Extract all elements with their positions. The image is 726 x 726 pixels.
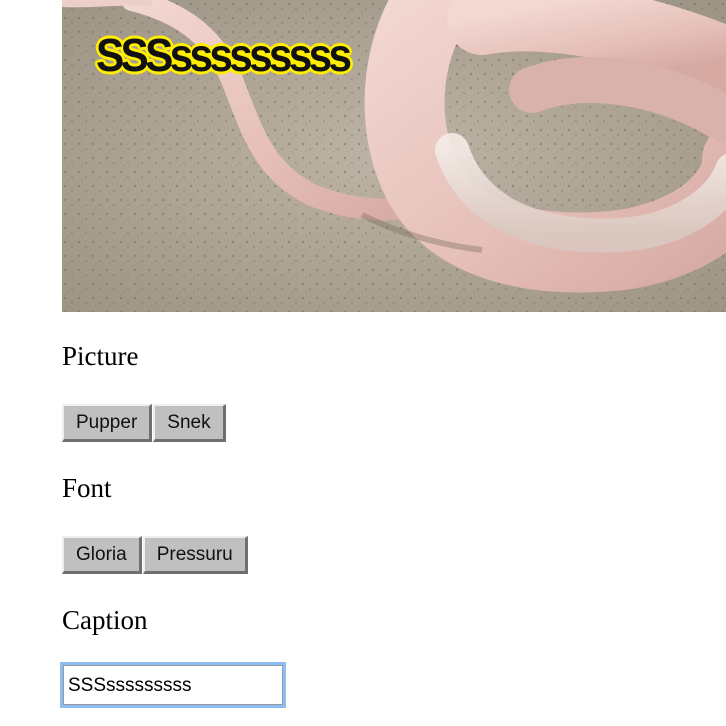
picture-heading: Picture [62,341,139,371]
meme-image: SSSsssssssss [62,0,726,312]
picture-button-group: Pupper Snek [62,404,227,442]
snek-button[interactable]: Snek [153,404,226,442]
caption-heading: Caption [62,605,148,635]
pupper-button[interactable]: Pupper [62,404,153,442]
pressuru-font-button[interactable]: Pressuru [142,536,248,574]
font-heading: Font [62,473,112,503]
meme-caption-overlay: SSSsssssssss [96,29,352,81]
caption-input[interactable] [60,662,286,708]
gloria-font-button[interactable]: Gloria [62,536,142,574]
font-button-group: Gloria Pressuru [62,536,249,574]
